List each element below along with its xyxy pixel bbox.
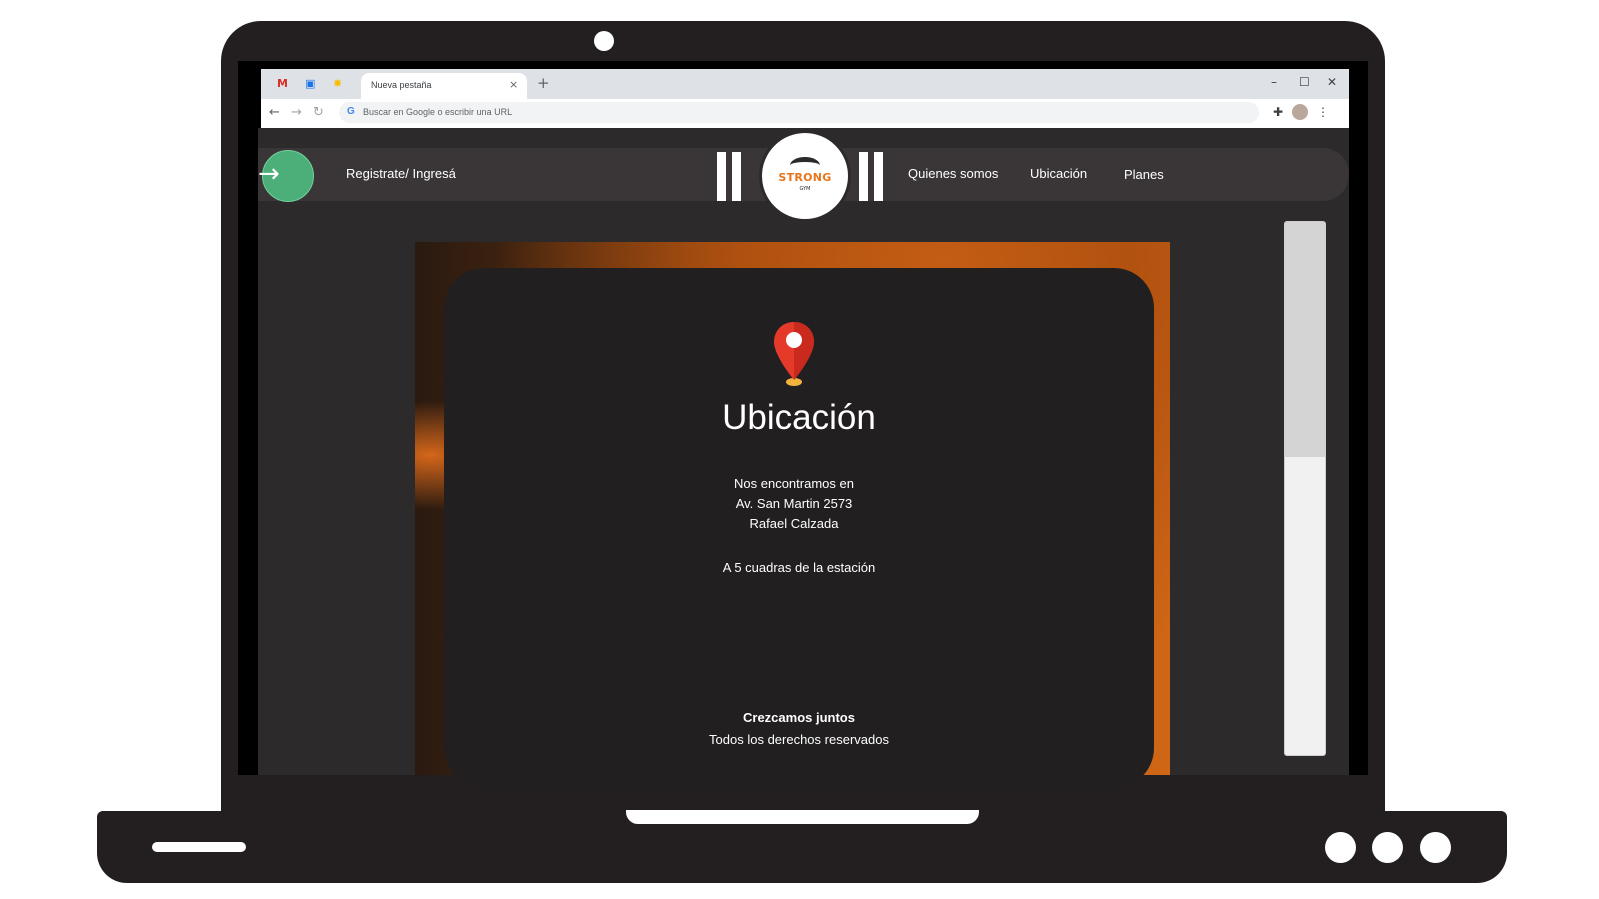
login-button[interactable]: → xyxy=(258,150,314,202)
tab-strip: M ▣ ✸ Nueva pestaña × + – ☐ ✕ xyxy=(261,69,1349,99)
website: Registrate/ Ingresá Quienes somos Ubicac… xyxy=(258,128,1349,788)
browser-window: M ▣ ✸ Nueva pestaña × + – ☐ ✕ ← → ↻ G Bu… xyxy=(261,69,1349,128)
nav-item-quienes-somos[interactable]: Quienes somos xyxy=(908,166,998,181)
laptop-slot xyxy=(152,842,246,852)
address-line: Nos encontramos en xyxy=(734,476,854,491)
reload-icon[interactable]: ↻ xyxy=(313,105,324,120)
photos-icon[interactable]: ✸ xyxy=(333,77,342,91)
omnibox-placeholder: Buscar en Google o escribir una URL xyxy=(363,107,513,117)
station-note: A 5 cuadras de la estación xyxy=(722,560,876,575)
close-window-icon[interactable]: ✕ xyxy=(1327,75,1337,89)
close-tab-icon[interactable]: × xyxy=(509,78,518,91)
new-tab-icon[interactable]: + xyxy=(537,74,550,92)
logo-subtext: GYM xyxy=(799,186,811,192)
decor-bar xyxy=(859,152,868,201)
logo-text: STRONG xyxy=(778,171,832,184)
decor-bar xyxy=(874,152,883,201)
footer-title: Crezcamos juntos xyxy=(743,710,855,725)
decor-dot xyxy=(1325,832,1356,863)
address-line: Av. San Martin 2573 xyxy=(735,496,853,511)
avatar[interactable] xyxy=(1292,104,1308,120)
location-pin-icon xyxy=(774,322,814,386)
camera-dot xyxy=(594,31,614,51)
hero-background-image: Ubicación Nos encontramos en Av. San Mar… xyxy=(415,242,1170,788)
decor-bar xyxy=(732,152,741,201)
strong-gym-logo[interactable]: STRONG GYM xyxy=(759,130,851,222)
arrow-right-icon: → xyxy=(258,159,280,189)
address-line: Rafael Calzada xyxy=(749,516,839,531)
google-icon: G xyxy=(347,106,355,117)
footer-rights: Todos los derechos reservados xyxy=(709,732,889,747)
maximize-icon[interactable]: ☐ xyxy=(1299,75,1310,89)
forward-icon[interactable]: → xyxy=(291,105,302,120)
page-title: Ubicación xyxy=(722,398,876,437)
nav-item-ubicacion[interactable]: Ubicación xyxy=(1030,166,1087,181)
scrollbar-thumb[interactable] xyxy=(1285,222,1325,457)
address-block: Nos encontramos en Av. San Martin 2573 R… xyxy=(444,474,1144,534)
tab-nueva-pestana[interactable]: Nueva pestaña × xyxy=(361,73,527,99)
tab-title: Nueva pestaña xyxy=(371,80,432,90)
calendar-icon[interactable]: ▣ xyxy=(305,77,315,91)
nav-item-planes[interactable]: Planes xyxy=(1124,167,1164,182)
location-card: Ubicación Nos encontramos en Av. San Mar… xyxy=(444,268,1154,788)
laptop-mockup: M ▣ ✸ Nueva pestaña × + – ☐ ✕ ← → ↻ G Bu… xyxy=(0,0,1599,899)
decor-dot xyxy=(1420,832,1451,863)
login-link[interactable]: Registrate/ Ingresá xyxy=(346,166,456,181)
browser-toolbar: ← → ↻ G Buscar en Google o escribir una … xyxy=(261,99,1349,128)
omnibox[interactable]: G Buscar en Google o escribir una URL xyxy=(339,102,1259,123)
scrollbar[interactable] xyxy=(1284,221,1326,756)
extensions-icon[interactable]: ✚ xyxy=(1273,105,1283,119)
back-icon[interactable]: ← xyxy=(269,105,280,120)
minimize-icon[interactable]: – xyxy=(1271,75,1277,89)
gmail-icon[interactable]: M xyxy=(277,77,288,91)
decor-dot xyxy=(1372,832,1403,863)
menu-icon[interactable]: ⋮ xyxy=(1317,105,1329,119)
decor-bar xyxy=(717,152,726,201)
laptop-hinge-notch xyxy=(626,810,979,824)
